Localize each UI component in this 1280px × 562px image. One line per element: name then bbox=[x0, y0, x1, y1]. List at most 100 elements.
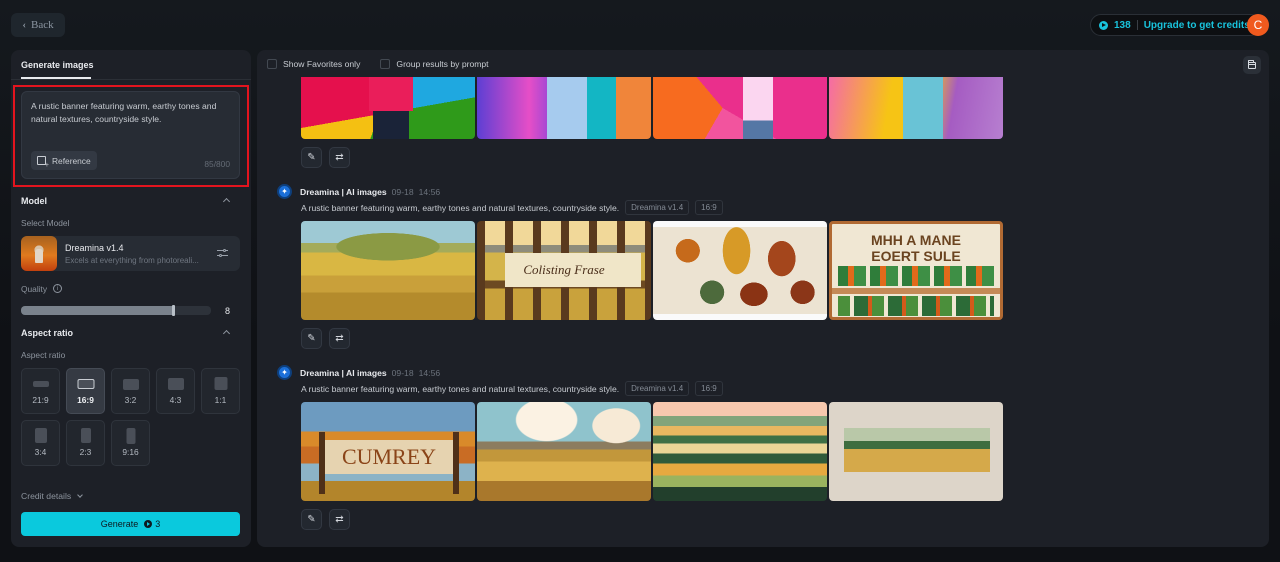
group-time: 14:56 bbox=[418, 367, 441, 378]
divider bbox=[1136, 20, 1138, 30]
aspect-ratio-label: Aspect ratio bbox=[21, 350, 66, 360]
image-row bbox=[301, 77, 1003, 139]
generated-image[interactable]: MHH A MANE EOERT SULE bbox=[829, 221, 1003, 320]
model-tag: Dreamina v1.4 bbox=[625, 381, 690, 396]
generated-image[interactable]: Colisting Frase bbox=[477, 221, 651, 320]
slider-fill bbox=[21, 306, 173, 315]
tab-generate-images[interactable]: Generate images bbox=[21, 60, 94, 70]
add-image-icon bbox=[37, 156, 49, 169]
group-prompt-row: A rustic banner featuring warm, earthy t… bbox=[301, 200, 723, 215]
back-button[interactable]: ‹ Back bbox=[11, 13, 65, 37]
prompt-text[interactable]: A rustic banner featuring warm, earthy t… bbox=[31, 100, 231, 126]
banner-text: CUMREY bbox=[325, 440, 453, 474]
model-thumbnail bbox=[21, 236, 57, 271]
info-icon[interactable]: i bbox=[53, 284, 62, 293]
select-model-label: Select Model bbox=[21, 218, 70, 228]
quality-slider[interactable] bbox=[21, 305, 211, 316]
repeat-icon: ⇄ bbox=[335, 514, 344, 525]
chevron-up-icon[interactable] bbox=[223, 196, 231, 204]
ratio-option-4-3[interactable]: 4:3 bbox=[156, 368, 195, 414]
result-group-header: ✦ Dreamina | AI images 09-18 14:56 bbox=[277, 184, 440, 199]
regenerate-button[interactable]: ⇄ bbox=[329, 147, 350, 168]
edit-prompt-button[interactable]: ✎ bbox=[301, 147, 322, 168]
char-count: 85/800 bbox=[204, 159, 230, 169]
image-actions: ✎ ⇄ bbox=[301, 328, 350, 349]
credits-pill[interactable]: 138 Upgrade to get credits bbox=[1090, 14, 1261, 36]
group-prompt-row: A rustic banner featuring warm, earthy t… bbox=[301, 381, 723, 396]
reference-label: Reference bbox=[52, 155, 91, 166]
ratio-option-9-16[interactable]: 9:16 bbox=[111, 420, 150, 466]
reference-button[interactable]: Reference bbox=[31, 151, 97, 170]
generated-image[interactable] bbox=[301, 221, 475, 320]
edit-prompt-button[interactable]: ✎ bbox=[301, 509, 322, 530]
generated-image[interactable] bbox=[477, 77, 651, 139]
generated-image[interactable] bbox=[653, 77, 827, 139]
image-row: Colisting Frase MHH A MANE EOERT SULE bbox=[301, 221, 1003, 320]
pencil-icon: ✎ bbox=[307, 152, 316, 163]
chevron-down-icon bbox=[77, 491, 83, 498]
quality-value: 8 bbox=[225, 306, 231, 316]
model-description: Excels at everything from photoreali... bbox=[65, 256, 199, 265]
regenerate-button[interactable]: ⇄ bbox=[329, 509, 350, 530]
result-group-header: ✦ Dreamina | AI images 09-18 14:56 bbox=[277, 365, 440, 380]
regenerate-button[interactable]: ⇄ bbox=[329, 328, 350, 349]
group-date: 09-18 bbox=[391, 186, 414, 197]
folder-button[interactable] bbox=[1243, 56, 1261, 74]
model-tag: Dreamina v1.4 bbox=[625, 200, 690, 215]
upgrade-link[interactable]: Upgrade to get credits bbox=[1144, 20, 1250, 31]
generated-image[interactable] bbox=[829, 402, 1003, 501]
generated-image[interactable] bbox=[653, 221, 827, 320]
group-time: 14:56 bbox=[418, 186, 441, 197]
slider-handle[interactable] bbox=[171, 305, 175, 316]
generate-label: Generate bbox=[100, 519, 139, 529]
quality-label: Quality bbox=[21, 284, 48, 294]
model-selector[interactable]: Dreamina v1.4 Excels at everything from … bbox=[21, 236, 240, 271]
generated-image[interactable] bbox=[653, 402, 827, 501]
favorites-label[interactable]: Show Favorites only bbox=[283, 59, 360, 69]
credits-count: 138 bbox=[1114, 19, 1131, 31]
generated-image[interactable] bbox=[301, 77, 475, 139]
prompt-input[interactable]: A rustic banner featuring warm, earthy t… bbox=[21, 91, 240, 179]
group-by-prompt-label[interactable]: Group results by prompt bbox=[396, 59, 488, 69]
chevron-left-icon: ‹ bbox=[22, 19, 27, 31]
generate-button[interactable]: Generate 3 bbox=[21, 512, 240, 536]
banner-text: Colisting Frase bbox=[523, 262, 605, 277]
dreamina-logo-icon: ✦ bbox=[277, 184, 292, 199]
group-prompt[interactable]: A rustic banner featuring warm, earthy t… bbox=[301, 203, 619, 213]
credit-details-toggle[interactable]: Credit details bbox=[21, 491, 83, 501]
ratio-option-2-3[interactable]: 2:3 bbox=[66, 420, 105, 466]
divider bbox=[11, 79, 251, 80]
ratio-option-16-9[interactable]: 16:9 bbox=[66, 368, 105, 414]
folder-icon bbox=[1248, 59, 1256, 69]
image-row: CUMREY bbox=[301, 402, 1003, 501]
banner-text: MHH A MANE EOERT SULE bbox=[871, 232, 961, 264]
back-label: Back bbox=[31, 19, 54, 31]
generated-image[interactable] bbox=[829, 77, 1003, 139]
ratio-tag: 16:9 bbox=[695, 381, 723, 396]
botanical-pattern bbox=[838, 266, 994, 286]
ratio-option-21-9[interactable]: 21:9 bbox=[21, 368, 60, 414]
group-source: Dreamina | AI images bbox=[300, 186, 387, 197]
group-prompt[interactable]: A rustic banner featuring warm, earthy t… bbox=[301, 384, 619, 394]
pencil-icon: ✎ bbox=[307, 333, 316, 344]
credit-details-label: Credit details bbox=[21, 491, 72, 501]
botanical-pattern bbox=[838, 296, 994, 316]
chevron-up-icon[interactable] bbox=[223, 328, 231, 336]
ratio-option-3-2[interactable]: 3:2 bbox=[111, 368, 150, 414]
ratio-option-3-4[interactable]: 3:4 bbox=[21, 420, 60, 466]
group-source: Dreamina | AI images bbox=[300, 367, 387, 378]
dreamina-logo-icon: ✦ bbox=[277, 365, 292, 380]
generated-image[interactable] bbox=[477, 402, 651, 501]
model-name: Dreamina v1.4 bbox=[65, 243, 124, 253]
generate-panel: Generate images A rustic banner featurin… bbox=[11, 50, 251, 547]
repeat-icon: ⇄ bbox=[335, 333, 344, 344]
ratio-option-1-1[interactable]: 1:1 bbox=[201, 368, 240, 414]
user-avatar[interactable]: C bbox=[1247, 14, 1269, 36]
edit-prompt-button[interactable]: ✎ bbox=[301, 328, 322, 349]
generate-cost: 3 bbox=[155, 519, 161, 529]
ratio-tag: 16:9 bbox=[695, 200, 723, 215]
generated-image[interactable]: CUMREY bbox=[301, 402, 475, 501]
sliders-settings-icon[interactable] bbox=[217, 248, 229, 259]
group-by-prompt-checkbox[interactable] bbox=[380, 59, 391, 69]
favorites-checkbox[interactable] bbox=[267, 59, 277, 69]
